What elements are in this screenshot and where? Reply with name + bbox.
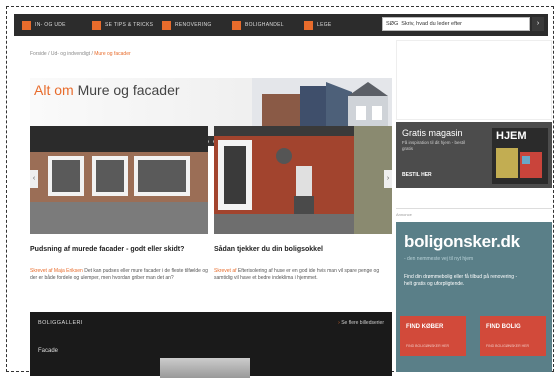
nav-item-renovering[interactable]: RENOVERING [162,18,212,32]
divider [396,208,552,209]
article-meta-0: Skrevet af Maja Eriksen Det kan pudses e… [30,268,208,282]
banner-heading: Mure og facader [77,82,180,98]
article-photo-facade[interactable] [30,126,208,234]
magazine-cover: HJEM [492,128,548,184]
article-title-0[interactable]: Pudsning af murede facader - godt eller … [30,246,208,254]
nav-item-lege[interactable]: LEGE [304,18,332,32]
breadcrumb-parent[interactable]: Ud- og indvendigt [51,51,90,57]
breadcrumb-home[interactable]: Forside [30,51,47,57]
article-author[interactable]: Skrevet af Maja Eriksen [30,268,83,274]
article-photo-sokkel[interactable] [214,126,392,234]
breadcrumb: Forside / Ud- og indvendigt / Mure og fa… [30,51,131,57]
button-label: FIND BOLIG [486,324,521,330]
slider-next-arrow[interactable]: › [384,170,392,188]
find-bolig-button[interactable]: FIND BOLIG FIND BOLIGØNSKER HER [480,316,546,356]
nav-square-icon [304,20,313,30]
sokkel-photo [214,126,392,234]
nav-square-icon [232,20,241,30]
nav-label: BOLIGHANDEL [245,22,284,28]
breadcrumb-separator: / [91,51,93,57]
nav-square-icon [92,20,101,30]
banner-prefix: Alt om [34,82,74,98]
nav-square-icon [22,20,31,30]
magazine-ad[interactable]: Gratis magasin Få inspiration til dit hj… [396,122,552,188]
ad-placeholder [396,40,552,120]
magazine-order-button[interactable]: BESTIL HER [402,172,432,178]
boligonsker-text: Find din drømmebolig eller få tilbud på … [404,274,518,287]
nav-item-bolighandel[interactable]: BOLIGHANDEL [232,18,284,32]
article-meta-1: Skrevet af Efterisolering af huse er en … [214,268,392,282]
gallery-more-label: Se flere billedserier [341,320,384,326]
breadcrumb-separator: / [48,51,50,57]
breadcrumb-current: Mure og facader [94,51,131,57]
boliggalleri-panel: BOLIGGALLERI › Se flere billedserier Fac… [30,312,392,378]
nav-label: RENOVERING [175,22,212,28]
nav-square-icon [162,20,171,30]
boligonsker-ad[interactable]: boligonsker.dk - den nemmeste vej til ny… [396,222,552,372]
nav-item-tips[interactable]: SE TIPS & TRICKS [92,18,153,32]
magazine-title: Gratis magasin [402,128,463,138]
ad-label: Annonce [396,212,412,217]
article-title-1[interactable]: Sådan tjekker du din boligsokkel [214,246,392,254]
article-author[interactable]: Skrevet af [214,268,237,274]
gallery-subheading: Facade [38,348,59,354]
button-sublabel: FIND BOLIGØNSKER HER [406,344,449,348]
nav-label: SE TIPS & TRICKS [105,22,154,28]
button-label: FIND KØBER [406,324,444,330]
nav-label: LEGE [317,22,332,28]
arrow-right-icon: › [338,320,340,326]
find-koeber-button[interactable]: FIND KØBER FIND BOLIGØNSKER HER [400,316,466,356]
facade-photo [30,126,208,234]
magazine-sub: Få inspiration til dit hjem - bestil gra… [402,140,466,151]
right-column: Gratis magasin Få inspiration til dit hj… [396,36,552,372]
gallery-heading: BOLIGGALLERI [38,320,83,326]
nav-item-inde-ude[interactable]: IN- OG UDE [22,18,66,32]
boligonsker-tagline: - den nemmeste vej til nyt hjem [404,256,474,262]
button-sublabel: FIND BOLIGØNSKER HER [486,344,529,348]
search-button[interactable]: › [532,17,544,31]
boligonsker-logo: boligonsker.dk [404,232,520,251]
slider-prev-arrow[interactable]: ‹ [30,170,38,188]
nav-label: IN- OG UDE [35,22,66,28]
search-input[interactable] [382,17,530,31]
banner-title: Alt om Mure og facader [34,82,180,98]
top-navigation: IN- OG UDE SE TIPS & TRICKS RENOVERING B… [14,14,548,36]
gallery-more-link[interactable]: › Se flere billedserier [338,320,384,326]
article-excerpt: Efterisolering af huse er en god ide hvi… [214,268,380,281]
gallery-thumbnail[interactable] [160,358,250,378]
magazine-cover-art [496,148,542,178]
